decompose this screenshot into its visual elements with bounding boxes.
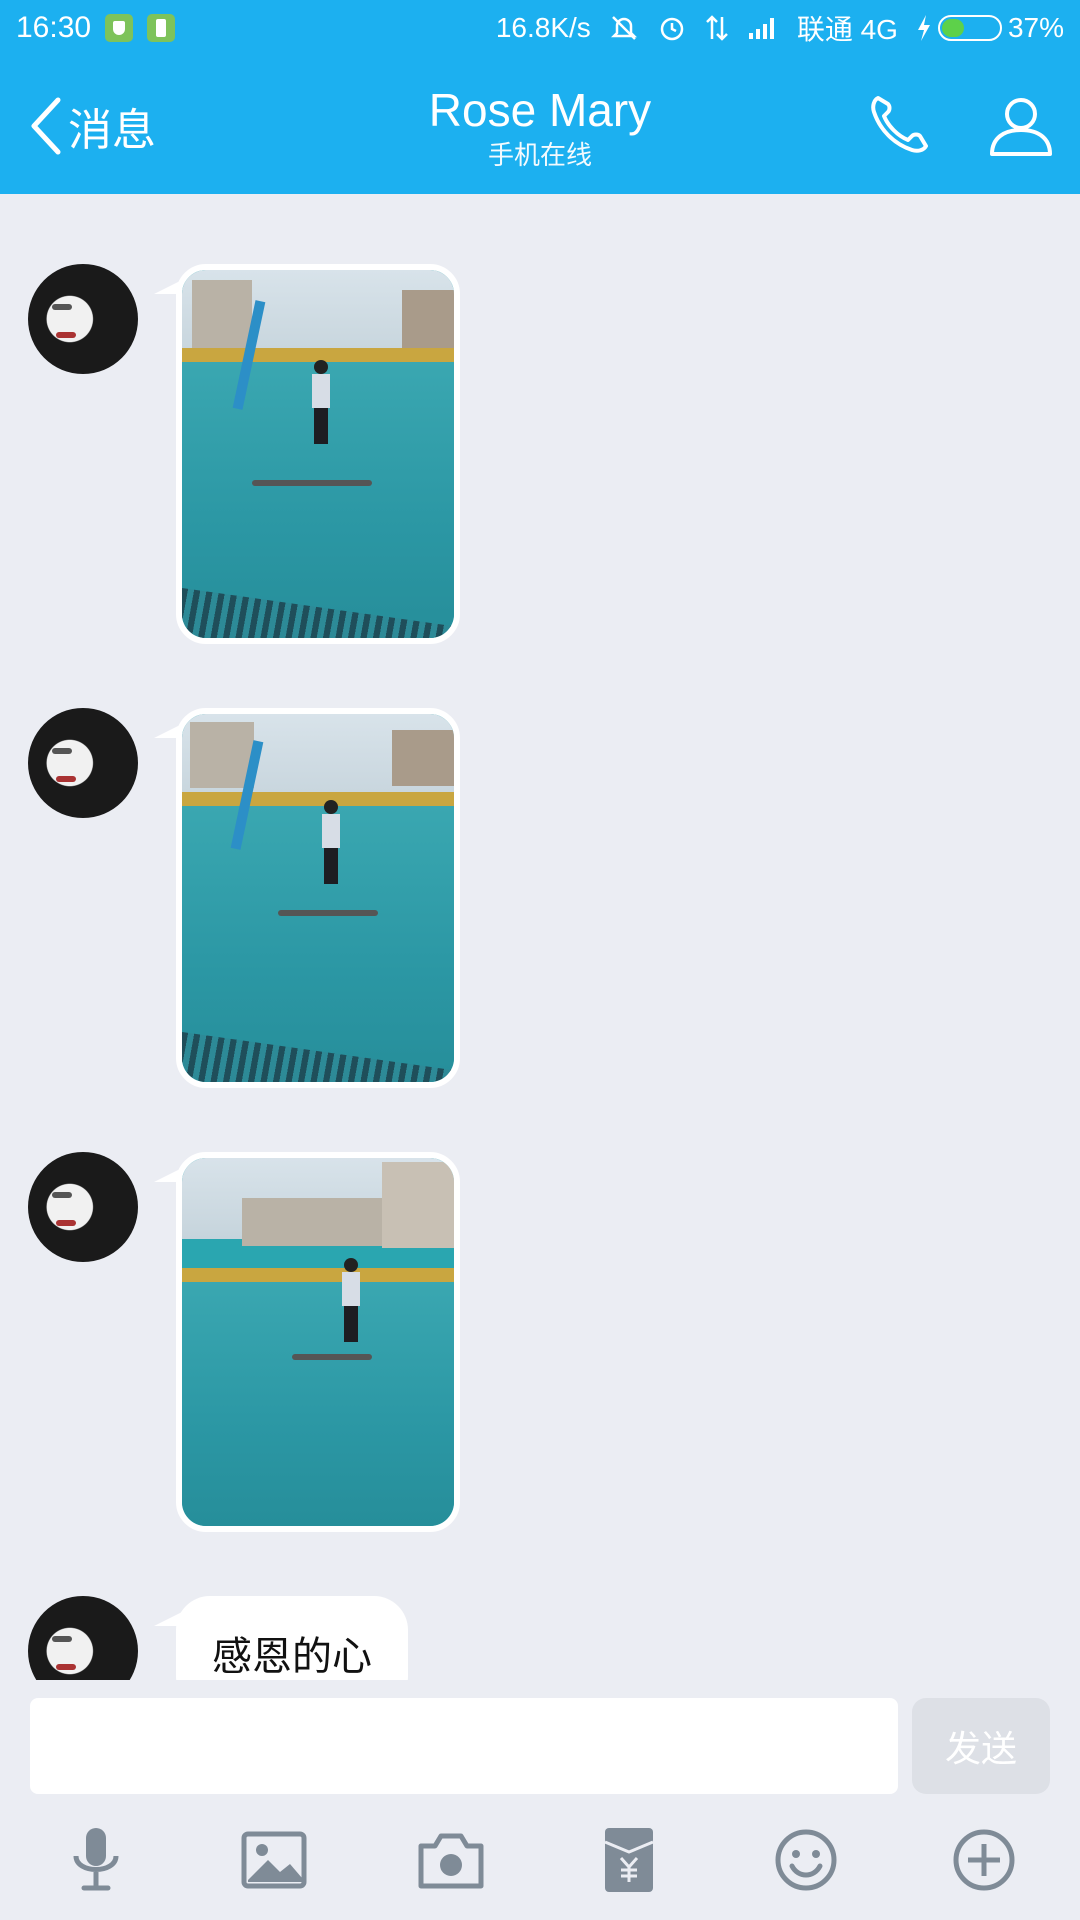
photo-person-legs [314,408,328,444]
send-button[interactable]: 发送 [912,1698,1050,1794]
image-message[interactable] [176,264,460,644]
photo-person-head [324,800,338,814]
battery-indicator: 37% [916,12,1064,44]
camera-icon [418,1833,484,1889]
battery-percent: 37% [1007,12,1064,43]
chat-message-list[interactable]: 感恩的心 [0,194,1080,1680]
photo-person-head [344,1258,358,1272]
status-bar: 16:30 16.8K/s 联通 4G 37% [0,0,1080,56]
photo-squeegee [292,1354,372,1360]
photo-squeegee [278,910,378,916]
contact-avatar[interactable] [28,1596,138,1680]
user-icon [990,98,1052,156]
mute-bell-icon [610,16,637,40]
composer: 发送 [0,1680,1080,1920]
emoji-button[interactable] [766,1820,846,1900]
phone-icon [871,96,928,153]
photo-person [340,1258,362,1344]
red-packet-icon [604,1828,654,1892]
more-button[interactable] [944,1820,1024,1900]
photo-building [402,290,454,350]
carrier-label: 联通 4G [796,14,898,45]
battery-level-fill [941,19,965,37]
photo-fence [182,1268,454,1282]
photo-person-legs [344,1306,358,1342]
photo-building [392,730,454,786]
contact-avatar[interactable] [28,1152,138,1262]
chat-header: 消息 Rose Mary 手机在线 [0,56,1080,194]
phone-manager-icon [147,14,176,42]
contact-avatar[interactable] [28,708,138,818]
image-icon [241,1831,307,1889]
signal-icon [748,18,774,39]
security-shield-icon [105,14,134,42]
photo-squeegee [252,480,372,486]
plus-icon [953,1829,1015,1891]
data-transfer-icon [705,15,728,41]
red-packet-button[interactable] [589,1820,669,1900]
photo-building [192,280,252,350]
camera-button[interactable] [411,1820,491,1900]
contact-avatar[interactable] [28,264,138,374]
composer-toolbar [0,1820,1080,1910]
mic-icon [73,1828,119,1891]
photo-person-body [322,814,340,848]
gallery-button[interactable] [234,1820,314,1900]
text-message[interactable]: 感恩的心 [176,1596,408,1680]
voice-button[interactable] [56,1820,136,1900]
network-speed: 16.8K/s [495,12,591,43]
image-message[interactable] [176,1152,460,1532]
photo-person [320,800,342,886]
photo-person-body [342,1272,360,1306]
battery-icon [937,15,1002,41]
photo-person-head [314,360,328,374]
photo-building [382,1162,454,1248]
image-message[interactable] [176,708,460,1088]
photo-person-body [312,374,330,408]
photo-fence [182,792,454,806]
message-input[interactable] [30,1698,898,1794]
photo-person [310,360,332,446]
photo-court [182,1282,454,1526]
charging-bolt-icon [917,15,930,41]
photo-building [242,1198,392,1246]
alarm-icon [660,17,684,41]
emoji-icon [775,1829,837,1891]
profile-button[interactable] [986,90,1056,160]
call-button[interactable] [864,90,934,160]
photo-person-legs [324,848,338,884]
status-time: 16:30 [16,11,92,44]
